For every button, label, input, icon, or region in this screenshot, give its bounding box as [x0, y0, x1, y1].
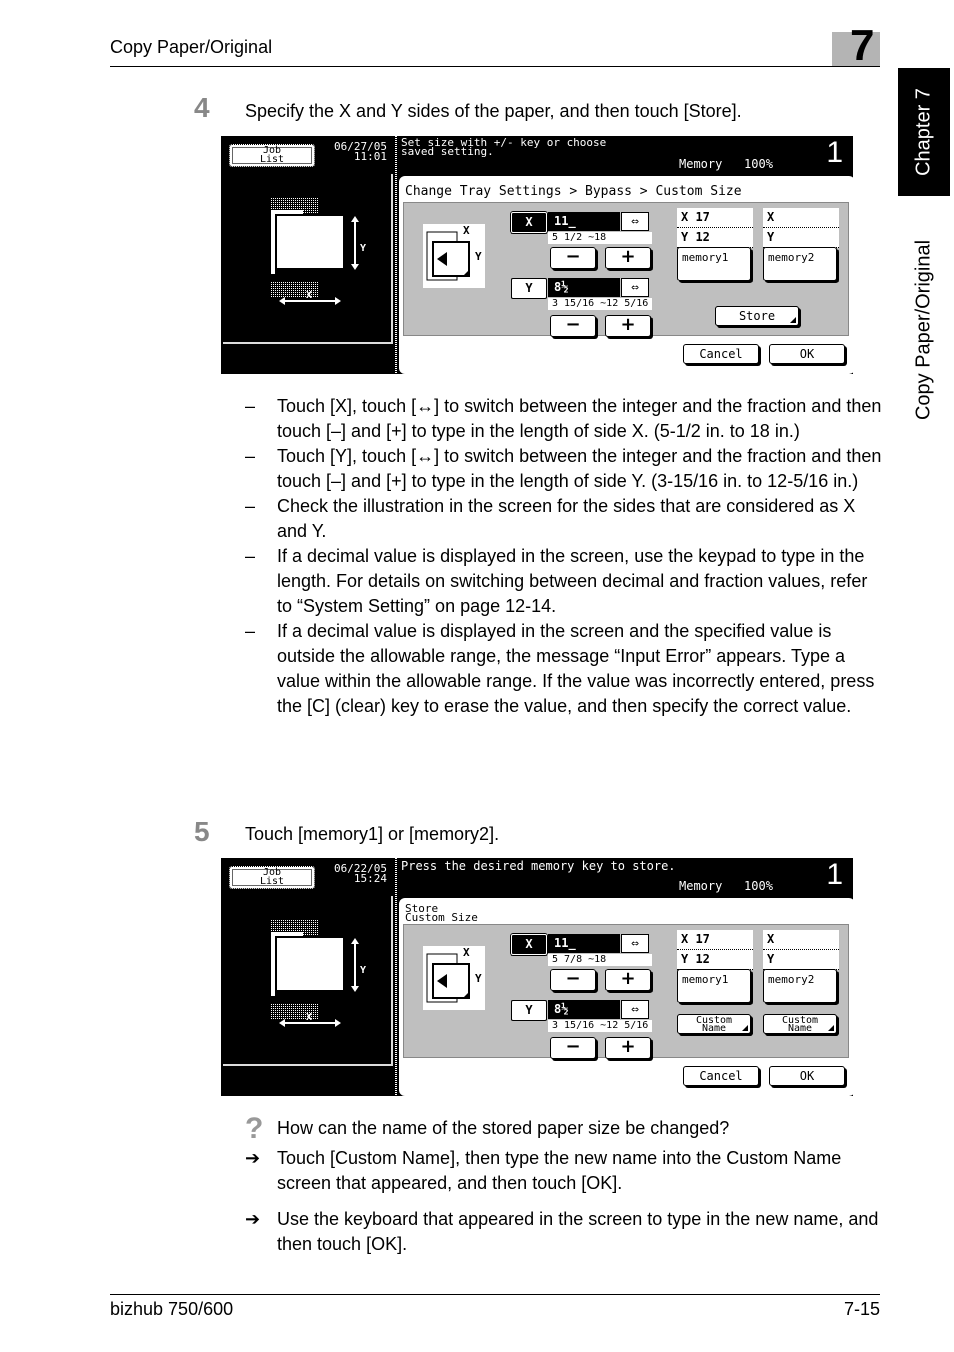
paper-diagram-panel: Y X [223, 174, 393, 344]
faq-answer: ➔ Touch [Custom Name], then type the new … [245, 1148, 842, 1193]
note-item: – If a decimal value is displayed in the … [245, 546, 868, 616]
y-plus-button[interactable]: + [605, 1037, 651, 1059]
cancel-button[interactable]: Cancel [683, 1066, 759, 1086]
svg-text:Y: Y [360, 965, 366, 976]
memory2-button[interactable]: memory2 [763, 969, 837, 1003]
note-item: – Touch [Y], touch [↔] to switch between … [245, 446, 882, 491]
footer-rule [110, 1294, 880, 1295]
question-icon: ? [245, 1112, 264, 1145]
note-item: – If a decimal value is displayed in the … [245, 621, 875, 716]
step-4-instruction: Specify the X and Y sides of the paper, … [245, 101, 742, 121]
copy-count: 1 [826, 858, 843, 891]
x-tab[interactable]: X [511, 934, 547, 955]
illustration-x-label: X [463, 946, 470, 959]
footer-page-number: 7-15 [843, 1299, 880, 1319]
x-plus-button[interactable]: + [605, 247, 651, 269]
faq-block: ? How can the name of the stored paper si… [245, 1112, 885, 1257]
y-range: 3 15/16 ~12 5/16 [548, 1020, 652, 1032]
running-header-title: Copy Paper/Original [110, 37, 273, 57]
note-item: – Touch [X], touch [↔] to switch between … [245, 396, 882, 441]
x-value-field[interactable]: 11_ [548, 212, 620, 231]
footer-model: bizhub 750/600 [110, 1299, 234, 1319]
x-swap-button[interactable]: ⇔ [621, 934, 649, 953]
y-plus-button[interactable]: + [605, 315, 651, 337]
store-button[interactable]: Store [715, 306, 799, 326]
step-number-5: 5 [194, 816, 210, 847]
x-range: 5 1/2 ~18 [548, 232, 652, 244]
side-tab-section-label: Copy Paper/Original [912, 239, 935, 421]
faq-answer: ➔ Use the keyboard that appeared in the s… [245, 1209, 879, 1254]
svg-text:X: X [306, 1012, 312, 1023]
memory2-custom-name-button[interactable]: Custom Name [763, 1014, 837, 1034]
chapter-number: 7 [850, 21, 875, 70]
date-time: 06/27/05 11:01 [334, 140, 387, 163]
paper-dimension-illustration: Y X [271, 920, 366, 1027]
ok-button[interactable]: OK [769, 1066, 845, 1086]
job-list-button[interactable]: Job List [229, 144, 315, 167]
y-minus-button[interactable]: − [550, 315, 596, 337]
status-message: Press the desired memory key to store. [401, 859, 676, 873]
memory2-values: X Y [763, 930, 839, 970]
memory1-custom-name-button[interactable]: Custom Name [677, 1014, 751, 1034]
y-value-field[interactable]: 8½ [548, 278, 620, 297]
side-tab-chapter: Chapter 7 [898, 68, 950, 196]
memory2-button[interactable]: memory2 [763, 247, 837, 281]
svg-text:X: X [306, 290, 312, 301]
arrow-icon: ➔ [245, 1209, 261, 1229]
memory-indicator: Memory 100% [679, 879, 773, 893]
y-swap-button[interactable]: ⇔ [621, 278, 649, 297]
memory2-values: X Y [763, 208, 839, 248]
device-screen-custom-size: Job List 06/27/05 11:01 Y X Set size with … [221, 136, 853, 374]
memory1-button[interactable]: memory1 [677, 247, 751, 281]
date-time: 06/22/05 15:24 [334, 862, 387, 885]
step-4-notes: – Touch [X], touch [↔] to switch between … [245, 394, 885, 719]
panel-title: Store Custom Size [405, 902, 478, 924]
illustration-y-label: Y [475, 250, 482, 263]
ok-button[interactable]: OK [769, 344, 845, 364]
y-value-field[interactable]: 8½ [548, 1000, 620, 1019]
memory-indicator: Memory 100% [679, 157, 773, 171]
y-tab[interactable]: Y [511, 1000, 547, 1021]
job-list-button[interactable]: Job List [229, 866, 315, 889]
side-tab-chapter-label: Chapter 7 [912, 88, 935, 176]
x-plus-button[interactable]: + [605, 969, 651, 991]
step-5-instruction: Touch [memory1] or [memory2]. [245, 824, 500, 844]
x-value-field[interactable]: 11_ [548, 934, 620, 953]
y-range: 3 15/16 ~12 5/16 [548, 298, 652, 310]
x-minus-button[interactable]: − [550, 247, 596, 269]
svg-text:Y: Y [360, 243, 366, 254]
faq-question: ? How can the name of the stored paper si… [245, 1112, 730, 1145]
x-range: 5 7/8 ~18 [548, 954, 652, 966]
illustration-x-label: X [463, 224, 470, 237]
x-swap-button[interactable]: ⇔ [621, 212, 649, 231]
paper-dimension-illustration: Y X [271, 198, 366, 305]
status-message: Set size with +/- key or choose saved set… [401, 136, 607, 158]
cancel-button[interactable]: Cancel [683, 344, 759, 364]
copy-count: 1 [826, 136, 843, 169]
divider [395, 136, 397, 374]
divider [395, 858, 397, 1096]
breadcrumb: Change Tray Settings > Bypass > Custom S… [405, 184, 742, 199]
store-custom-size-panel: Store Custom Size X Y X 11_ ⇔ 5 7/8 ~18 −… [399, 898, 853, 1096]
side-tab-section: Copy Paper/Original [898, 210, 950, 450]
y-tab[interactable]: Y [511, 278, 547, 299]
x-tab[interactable]: X [511, 212, 547, 233]
illustration-y-label: Y [475, 972, 482, 985]
memory1-button[interactable]: memory1 [677, 969, 751, 1003]
custom-size-panel: Change Tray Settings > Bypass > Custom S… [399, 176, 853, 374]
memory1-values: X 17 Y 12 [677, 208, 753, 248]
step-number-4: 4 [194, 92, 210, 123]
x-minus-button[interactable]: − [550, 969, 596, 991]
paper-diagram-panel: Y X [223, 896, 393, 1066]
memory1-values: X 17 Y 12 [677, 930, 753, 970]
y-minus-button[interactable]: − [550, 1037, 596, 1059]
y-swap-button[interactable]: ⇔ [621, 1000, 649, 1019]
device-screen-store-custom-size: Job List 06/22/05 15:24 Y X Press the desi… [221, 858, 853, 1096]
header-rule [110, 66, 880, 67]
arrow-icon: ➔ [245, 1148, 261, 1168]
note-item: – Check the illustration in the screen fo… [245, 496, 856, 541]
